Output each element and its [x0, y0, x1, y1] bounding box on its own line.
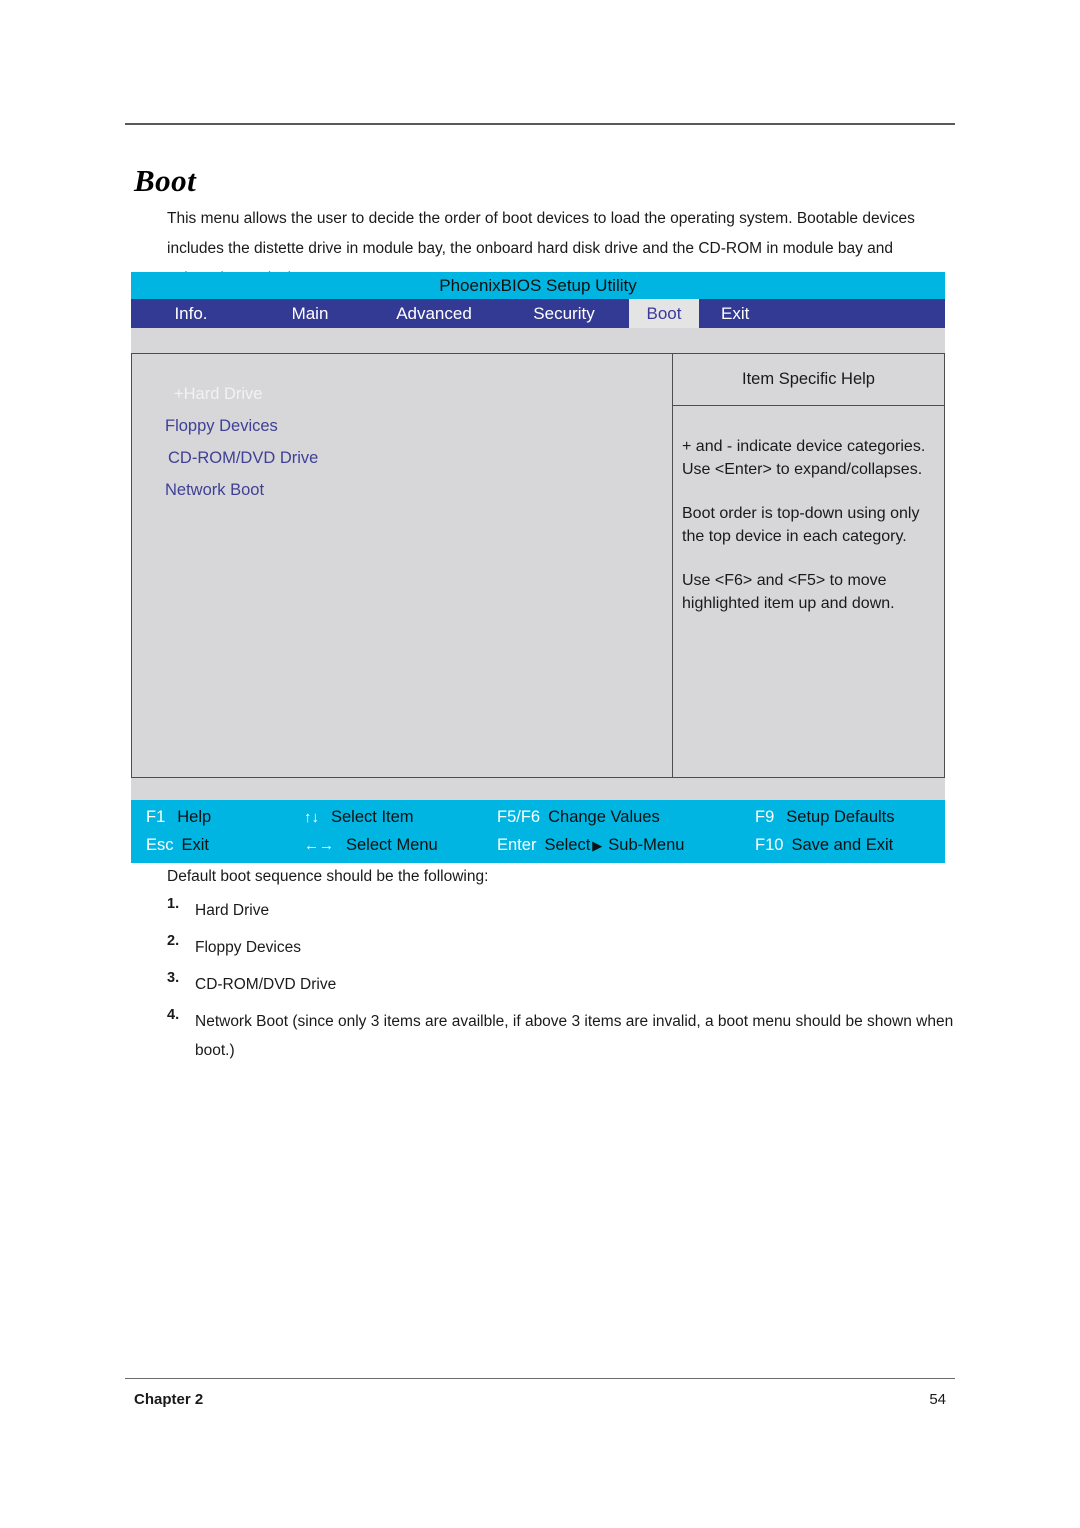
list-item: 1. Hard Drive — [167, 896, 957, 925]
key-desc-exit: Exit — [181, 835, 210, 854]
key-row-top: F1 Help ↑↓ Select Item F5/F6 Change Valu… — [131, 803, 945, 831]
footer-page-number: 54 — [929, 1391, 946, 1408]
up-down-arrow-icon: ↑↓ — [304, 808, 319, 826]
bios-function-key-bar: F1 Help ↑↓ Select Item F5/F6 Change Valu… — [131, 800, 945, 863]
page-title: Boot — [134, 162, 197, 198]
item-specific-help-panel: Item Specific Help + and - indicate devi… — [673, 354, 944, 777]
boot-sequence-lead: Default boot sequence should be the foll… — [167, 868, 489, 885]
list-item-number: 1. — [167, 896, 180, 912]
help-paragraph-boot-order: Boot order is top-down using only the to… — [682, 505, 920, 545]
list-item: 2. Floppy Devices — [167, 933, 957, 962]
tab-boot[interactable]: Boot — [629, 299, 699, 328]
submenu-triangle-icon: ▶ — [592, 837, 603, 853]
bios-tab-underbar — [131, 328, 945, 353]
bios-setup-window: PhoenixBIOS Setup Utility Info. Main Adv… — [131, 272, 945, 863]
list-item-number: 3. — [167, 970, 180, 986]
key-setup-defaults[interactable]: F9 Setup Defaults — [755, 808, 945, 827]
help-paragraph-move-keys: Use <F6> and <F5> to move highlighted it… — [682, 572, 895, 612]
boot-item-hard-drive[interactable]: +Hard Drive — [132, 378, 672, 410]
boot-item-network-boot[interactable]: Network Boot — [132, 474, 672, 506]
key-help[interactable]: F1 Help — [131, 808, 304, 827]
boot-device-list: +Hard Drive Floppy Devices CD-ROM/DVD Dr… — [132, 354, 673, 777]
key-name-f5-f6: F5/F6 — [497, 807, 541, 826]
key-name-f10: F10 — [755, 835, 784, 854]
boot-item-floppy-devices[interactable]: Floppy Devices — [132, 410, 672, 442]
key-desc-help: Help — [177, 807, 212, 826]
key-save-and-exit[interactable]: F10 Save and Exit — [755, 836, 945, 855]
key-desc-select: Select — [544, 835, 591, 854]
tab-security[interactable]: Security — [499, 299, 629, 328]
list-item-label: Hard Drive — [195, 902, 270, 919]
list-item-label: CD-ROM/DVD Drive — [195, 976, 337, 993]
page-bottom-rule — [125, 1378, 955, 1379]
bios-content-area: +Hard Drive Floppy Devices CD-ROM/DVD Dr… — [131, 353, 945, 778]
key-desc-save-and-exit: Save and Exit — [791, 835, 894, 854]
key-row-bottom: Esc Exit ←→ Select Menu Enter Select ▶ S… — [131, 831, 945, 859]
key-select-submenu[interactable]: Enter Select ▶ Sub-Menu — [497, 836, 755, 855]
key-desc-sub-menu: Sub-Menu — [608, 835, 685, 854]
list-item: 4. Network Boot (since only 3 items are … — [167, 1007, 957, 1065]
list-item-number: 4. — [167, 1007, 180, 1023]
tab-main[interactable]: Main — [251, 299, 369, 328]
help-paragraph-categories: + and - indicate device categories. Use … — [682, 438, 926, 478]
key-name-enter: Enter — [497, 835, 537, 854]
bios-lower-gap — [131, 778, 945, 800]
key-exit[interactable]: Esc Exit — [131, 836, 304, 855]
key-name-f9: F9 — [755, 807, 775, 826]
help-panel-body: + and - indicate device categories. Use … — [673, 406, 944, 615]
key-change-values[interactable]: F5/F6 Change Values — [497, 808, 755, 827]
footer-chapter: Chapter 2 — [134, 1391, 204, 1408]
list-item-label: Network Boot (since only 3 items are ava… — [195, 1013, 954, 1059]
boot-sequence-list: 1. Hard Drive 2. Floppy Devices 3. CD-RO… — [167, 896, 957, 1073]
bios-tab-bar: Info. Main Advanced Security Boot Exit — [131, 299, 945, 328]
help-panel-header: Item Specific Help — [673, 354, 944, 406]
list-item-label: Floppy Devices — [195, 939, 301, 956]
tab-exit[interactable]: Exit — [699, 299, 849, 328]
key-name-f1: F1 — [146, 807, 166, 826]
boot-item-cdrom-dvd-drive[interactable]: CD-ROM/DVD Drive — [132, 442, 672, 474]
tab-advanced[interactable]: Advanced — [369, 299, 499, 328]
tab-info[interactable]: Info. — [131, 299, 251, 328]
key-name-esc: Esc — [146, 835, 174, 854]
key-desc-change-values: Change Values — [548, 807, 660, 826]
key-select-menu[interactable]: ←→ Select Menu — [304, 836, 497, 855]
key-desc-select-menu: Select Menu — [346, 835, 438, 854]
key-desc-setup-defaults: Setup Defaults — [786, 807, 895, 826]
list-item-number: 2. — [167, 933, 180, 949]
left-right-arrow-icon: ←→ — [304, 836, 334, 854]
bios-title-bar: PhoenixBIOS Setup Utility — [131, 272, 945, 299]
key-desc-select-item: Select Item — [331, 807, 414, 826]
page-top-rule — [125, 123, 955, 125]
list-item: 3. CD-ROM/DVD Drive — [167, 970, 957, 999]
page-footer: Chapter 2 54 — [134, 1391, 946, 1408]
key-select-item[interactable]: ↑↓ Select Item — [304, 808, 497, 827]
